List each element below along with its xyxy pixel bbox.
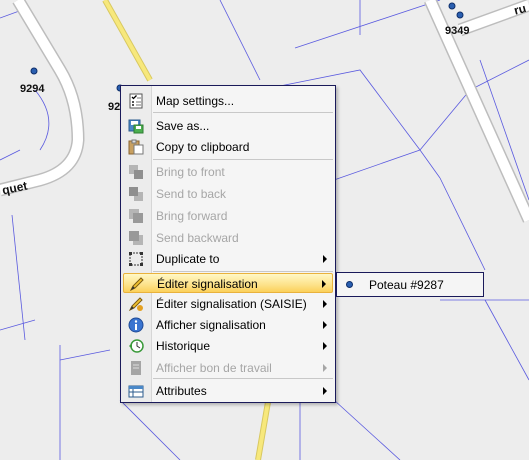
submenu-arrow-icon bbox=[323, 300, 327, 308]
menu-separator bbox=[153, 378, 333, 379]
menu-item-send-to-back[interactable]: Send to back bbox=[123, 184, 333, 204]
menu-item-label: Send backward bbox=[156, 231, 239, 245]
submenu-arrow-icon bbox=[323, 364, 327, 372]
menu-item-label: Historique bbox=[156, 339, 211, 353]
pole-9349-marker-a bbox=[448, 2, 456, 10]
pole-dot-icon bbox=[346, 281, 353, 288]
menu-item-copy-clipboard[interactable]: Copy to clipboard bbox=[123, 137, 333, 157]
submenu-arrow-icon bbox=[323, 387, 327, 395]
menu-item-label: Duplicate to bbox=[156, 252, 220, 266]
bring-front-icon bbox=[128, 164, 144, 180]
menu-separator bbox=[153, 271, 333, 272]
submenu-arrow-icon bbox=[323, 342, 327, 350]
submenu-item-label: Poteau #9287 bbox=[369, 278, 444, 292]
submenu-arrow-icon bbox=[322, 280, 326, 288]
submenu-arrow-icon bbox=[323, 321, 327, 329]
menu-item-afficher-signalisation[interactable]: Afficher signalisation bbox=[123, 315, 333, 335]
menu-item-label: Bring to front bbox=[156, 165, 225, 179]
submenu-item-poteau[interactable]: Poteau #9287 bbox=[337, 273, 483, 296]
pole-9349-marker-b bbox=[456, 11, 464, 19]
menu-item-save-as[interactable]: Save as... bbox=[123, 116, 333, 136]
pole-label-9349: 9349 bbox=[445, 25, 470, 37]
menu-item-bring-forward[interactable]: Bring forward bbox=[123, 206, 333, 226]
menu-item-historique[interactable]: Historique bbox=[123, 336, 333, 356]
menu-item-editer-signalisation[interactable]: Éditer signalisation bbox=[123, 273, 333, 293]
pole-label-9294: 9294 bbox=[20, 83, 45, 95]
menu-item-label: Send to back bbox=[156, 187, 227, 201]
menu-item-afficher-bon-de-travail[interactable]: Afficher bon de travail bbox=[123, 358, 333, 378]
menu-item-label: Save as... bbox=[156, 119, 210, 133]
menu-item-label: Attributes bbox=[156, 384, 207, 398]
clipboard-icon bbox=[128, 139, 144, 155]
pole-9294-marker bbox=[30, 67, 38, 75]
menu-item-map-settings[interactable]: Map settings... bbox=[123, 91, 333, 111]
info-icon bbox=[128, 317, 144, 333]
menu-item-label: Afficher signalisation bbox=[156, 318, 266, 332]
bring-forward-icon bbox=[128, 208, 144, 224]
duplicate-icon bbox=[128, 251, 144, 267]
context-menu: Map settings... Save as... Copy to clipb… bbox=[120, 85, 336, 403]
save-icon bbox=[128, 118, 144, 134]
work-order-icon bbox=[128, 360, 144, 376]
menu-item-send-backward[interactable]: Send backward bbox=[123, 228, 333, 248]
send-back-icon bbox=[128, 186, 144, 202]
send-backward-icon bbox=[128, 230, 144, 246]
map-settings-icon bbox=[128, 93, 144, 109]
menu-item-label: Éditer signalisation (SAISIE) bbox=[156, 297, 307, 311]
pencil-edit-icon bbox=[128, 296, 144, 312]
menu-item-bring-to-front[interactable]: Bring to front bbox=[123, 162, 333, 182]
menu-item-label: Map settings... bbox=[156, 94, 235, 108]
submenu-arrow-icon bbox=[323, 255, 327, 263]
menu-item-editer-signalisation-saisie[interactable]: Éditer signalisation (SAISIE) bbox=[123, 294, 333, 314]
menu-item-label: Éditer signalisation bbox=[157, 277, 258, 291]
menu-item-label: Bring forward bbox=[156, 209, 228, 223]
history-icon bbox=[128, 338, 144, 354]
menu-separator bbox=[153, 159, 333, 160]
menu-item-label: Afficher bon de travail bbox=[156, 361, 272, 375]
submenu-editer-signalisation: Poteau #9287 bbox=[336, 272, 484, 297]
pole-label-92: 92 bbox=[108, 101, 121, 113]
menu-item-duplicate-to[interactable]: Duplicate to bbox=[123, 249, 333, 269]
pencil-icon bbox=[129, 276, 145, 292]
menu-item-label: Copy to clipboard bbox=[156, 140, 250, 154]
menu-item-attributes[interactable]: Attributes bbox=[123, 381, 333, 401]
menu-separator bbox=[153, 112, 333, 113]
attributes-table-icon bbox=[128, 383, 144, 399]
